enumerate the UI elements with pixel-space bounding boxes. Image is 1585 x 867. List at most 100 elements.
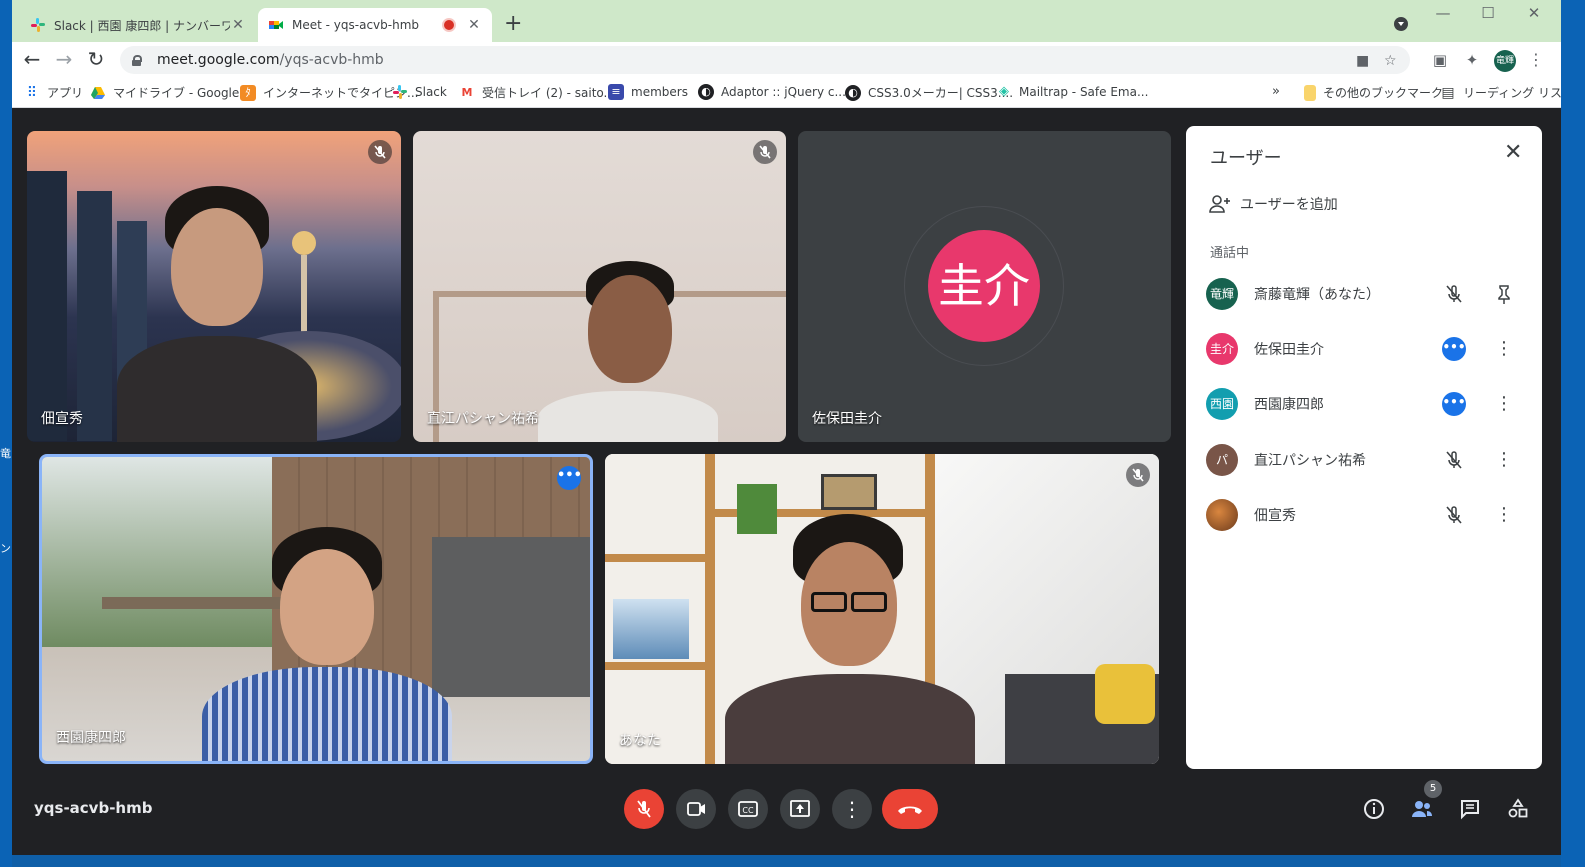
video-tile[interactable]: 佃宣秀 bbox=[27, 131, 401, 442]
members-icon: ≡ bbox=[608, 84, 624, 100]
mic-toggle-button[interactable] bbox=[624, 789, 664, 829]
video-tile[interactable]: 直江パシャン祐希 bbox=[413, 131, 786, 442]
camera-toggle-button[interactable] bbox=[676, 789, 716, 829]
video-tile[interactable]: ••• 西園康四郎 bbox=[39, 454, 593, 764]
bookmark-slack[interactable]: Slack bbox=[392, 84, 447, 100]
close-tab-icon[interactable]: ✕ bbox=[230, 17, 246, 33]
browser-window: Slack | 西園 康四郎 | ナンバーワンソ ✕ Meet - yqs-ac… bbox=[12, 0, 1561, 855]
tab-slack[interactable]: Slack | 西園 康四郎 | ナンバーワンソ ✕ bbox=[20, 8, 256, 42]
participant-count-badge: 5 bbox=[1424, 780, 1442, 798]
participant-video bbox=[117, 186, 317, 442]
tile-name: 西園康四郎 bbox=[56, 730, 126, 746]
bookmark-apps[interactable]: ⠿ アプリ bbox=[24, 84, 83, 101]
video-camera-icon bbox=[687, 802, 705, 816]
participant-name: 直江パシャン祐希 bbox=[1254, 453, 1366, 469]
bookmarks-bar: ⠿ アプリ マイドライブ - Google... ﾀ インターネットでタイピン.… bbox=[12, 78, 1561, 108]
meet-icon bbox=[269, 21, 283, 29]
star-icon[interactable]: ☆ bbox=[1384, 53, 1397, 69]
tab-strip: Slack | 西園 康四郎 | ナンバーワンソ ✕ Meet - yqs-ac… bbox=[12, 0, 1561, 42]
more-options-icon[interactable]: ⋮ bbox=[1492, 392, 1516, 416]
add-person-icon bbox=[1209, 195, 1230, 213]
url-host: meet.google.com bbox=[157, 52, 280, 68]
forward-arrow-icon[interactable]: → bbox=[52, 48, 76, 72]
camera-icon[interactable]: ■ bbox=[1356, 53, 1369, 69]
profile-avatar[interactable]: 竜輝 bbox=[1494, 50, 1516, 72]
participant-row[interactable]: 佃宣秀 ⋮ bbox=[1206, 495, 1526, 535]
minimize-icon[interactable]: — bbox=[1423, 4, 1463, 22]
participant-name: 佃宣秀 bbox=[1254, 508, 1296, 524]
section-heading: 通話中 bbox=[1210, 246, 1250, 261]
browser-menu-icon[interactable]: ⋮ bbox=[1526, 50, 1546, 70]
participant-row[interactable]: 竜輝 斎藤竜輝（あなた） bbox=[1206, 274, 1526, 314]
close-window-icon[interactable]: ✕ bbox=[1514, 4, 1554, 22]
back-arrow-icon[interactable]: ← bbox=[20, 48, 44, 72]
mic-off-icon[interactable] bbox=[1442, 448, 1466, 472]
avatar bbox=[1206, 499, 1238, 531]
drive-icon bbox=[91, 86, 105, 99]
activities-icon[interactable] bbox=[1506, 797, 1530, 821]
bookmark-css3[interactable]: ◐ CSS3.0メーカー| CSS3.... bbox=[845, 84, 1013, 101]
mic-off-icon bbox=[1126, 463, 1150, 487]
participant-name: 西園康四郎 bbox=[1254, 397, 1324, 413]
more-options-icon[interactable]: ⋮ bbox=[1492, 448, 1516, 472]
reload-icon[interactable]: ↻ bbox=[84, 48, 108, 72]
lock-icon bbox=[132, 54, 142, 66]
bookmarks-overflow-button[interactable]: » bbox=[1272, 84, 1280, 99]
maximize-icon[interactable]: ☐ bbox=[1468, 4, 1508, 22]
apps-grid-icon: ⠿ bbox=[26, 84, 38, 101]
captions-icon: CC bbox=[738, 801, 758, 817]
avatar: 西園 bbox=[1206, 388, 1238, 420]
add-user-button[interactable]: ユーザーを追加 bbox=[1208, 194, 1338, 214]
bookmark-adaptor[interactable]: ◐ Adaptor :: jQuery c... bbox=[698, 84, 846, 100]
tab-search-icon[interactable] bbox=[1394, 17, 1408, 31]
gmail-icon: M bbox=[461, 85, 473, 99]
bookmark-members[interactable]: ≡ members bbox=[608, 84, 688, 100]
mic-off-icon[interactable] bbox=[1442, 503, 1466, 527]
bookmark-drive[interactable]: マイドライブ - Google... bbox=[90, 84, 251, 101]
more-options-icon[interactable]: ⋮ bbox=[1492, 337, 1516, 361]
mic-off-icon[interactable] bbox=[1442, 282, 1466, 306]
leave-call-button[interactable] bbox=[882, 789, 938, 829]
people-icon[interactable] bbox=[1410, 797, 1434, 821]
desktop-right-strip bbox=[1561, 0, 1585, 867]
address-bar[interactable]: meet.google.com/yqs-acvb-hmb ■ ☆ bbox=[120, 46, 1410, 74]
video-tile[interactable]: あなた bbox=[605, 454, 1159, 764]
extension-chat-icon[interactable]: ▣ bbox=[1430, 50, 1450, 70]
tile-name: 直江パシャン祐希 bbox=[427, 411, 539, 427]
bookmark-gmail[interactable]: M 受信トレイ (2) - saito... bbox=[459, 84, 615, 101]
close-tab-icon[interactable]: ✕ bbox=[466, 17, 482, 33]
recording-icon bbox=[442, 18, 456, 32]
meeting-info-icon[interactable] bbox=[1362, 797, 1386, 821]
more-options-icon[interactable]: ⋮ bbox=[1492, 503, 1516, 527]
tab-meet[interactable]: Meet - yqs-acvb-hmb ✕ bbox=[258, 8, 492, 42]
url-path: /yqs-acvb-hmb bbox=[279, 52, 384, 68]
pin-icon[interactable] bbox=[1492, 282, 1516, 306]
bookmark-mailtrap[interactable]: ◈ Mailtrap - Safe Ema... bbox=[996, 84, 1148, 100]
browser-toolbar: ← → ↻ meet.google.com/yqs-acvb-hmb ■ ☆ ▣… bbox=[12, 42, 1561, 78]
desktop-fragment-text: ン bbox=[0, 542, 11, 555]
participant-video bbox=[725, 514, 975, 764]
new-tab-button[interactable]: + bbox=[504, 12, 522, 36]
reading-list-button[interactable]: ▤ リーディング リスト bbox=[1440, 84, 1561, 101]
extensions-puzzle-icon[interactable]: ✦ bbox=[1462, 50, 1482, 70]
participant-name: 佐保田圭介 bbox=[1254, 342, 1324, 358]
reading-list-icon: ▤ bbox=[1441, 84, 1455, 101]
other-bookmarks-folder[interactable]: その他のブックマーク bbox=[1304, 84, 1443, 101]
mic-off-icon bbox=[368, 140, 392, 164]
participant-row[interactable]: 西園 西園康四郎 ••• ⋮ bbox=[1206, 384, 1526, 424]
tile-name: あなた bbox=[619, 733, 661, 749]
captions-button[interactable]: CC bbox=[728, 789, 768, 829]
slack-icon bbox=[393, 85, 407, 99]
present-screen-button[interactable] bbox=[780, 789, 820, 829]
slack-icon bbox=[31, 18, 45, 32]
more-options-button[interactable]: ⋮ bbox=[832, 789, 872, 829]
avatar: パ bbox=[1206, 444, 1238, 476]
close-icon[interactable]: ✕ bbox=[1504, 140, 1522, 165]
video-tile[interactable]: 圭介 佐保田圭介 bbox=[798, 131, 1171, 442]
tab-title: Slack | 西園 康四郎 | ナンバーワンソ bbox=[54, 18, 230, 33]
participant-row[interactable]: 圭介 佐保田圭介 ••• ⋮ bbox=[1206, 329, 1526, 369]
avatar: 圭介 bbox=[1206, 333, 1238, 365]
chat-icon[interactable] bbox=[1458, 797, 1482, 821]
participant-row[interactable]: パ 直江パシャン祐希 ⋮ bbox=[1206, 440, 1526, 480]
participant-avatar: 圭介 bbox=[928, 230, 1040, 342]
